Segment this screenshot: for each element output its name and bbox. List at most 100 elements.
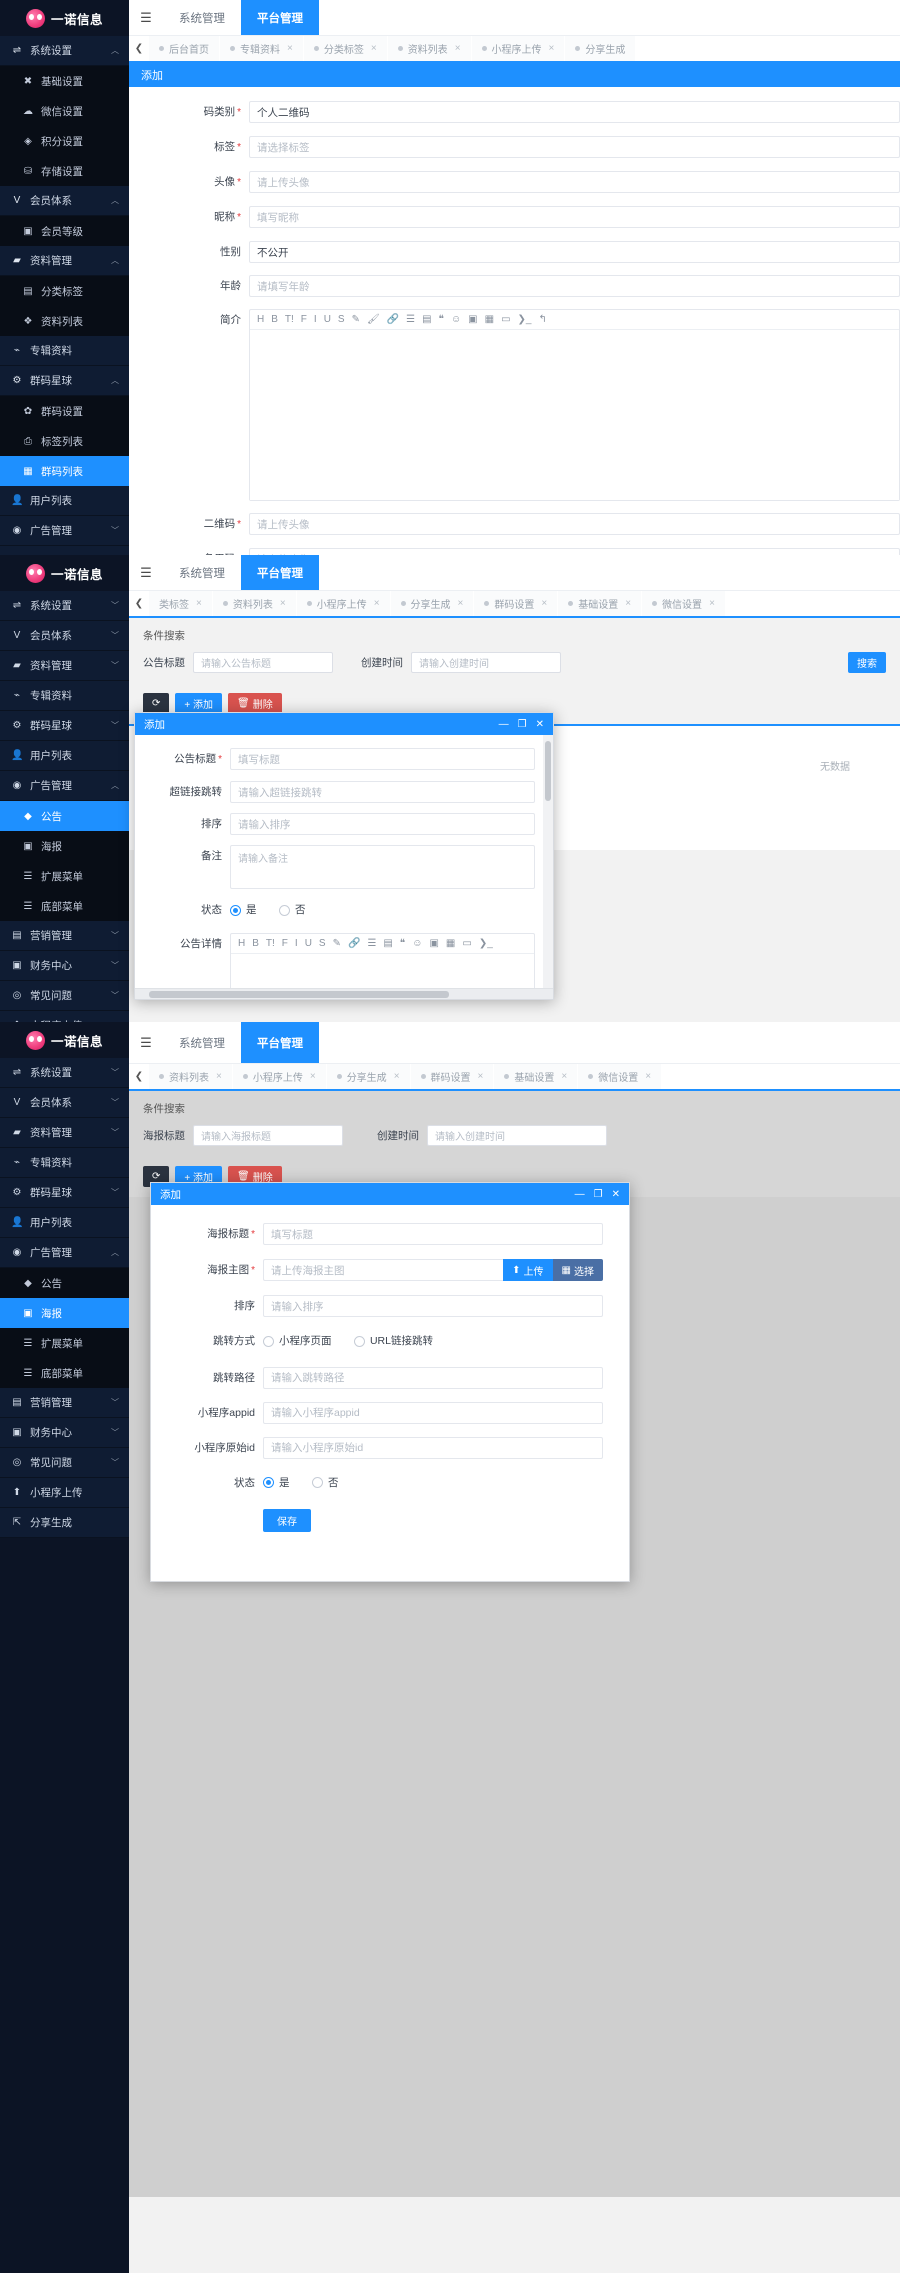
- close-icon[interactable]: ×: [280, 598, 286, 609]
- tab-category-tags[interactable]: 类标签 ×: [149, 591, 213, 616]
- video-icon[interactable]: ▭: [462, 938, 471, 949]
- sidebar-item-miniprogram-upload[interactable]: ⬆ 小程序上传: [0, 1478, 129, 1508]
- sidebar-group-ad-management[interactable]: ◉ 广告管理 ︿: [0, 1238, 129, 1268]
- jump-path-input[interactable]: 请输入跳转路径: [263, 1366, 603, 1389]
- top-tab-system-management[interactable]: 系统管理: [163, 555, 241, 590]
- tab-share-generate[interactable]: 分享生成 ×: [326, 1064, 411, 1089]
- brand-logo-area[interactable]: 一诺信息: [0, 555, 129, 591]
- sidebar-group-material-management[interactable]: ▰ 资料管理 ﹀: [0, 651, 129, 681]
- nickname-input[interactable]: 填写昵称: [249, 206, 900, 228]
- sidebar-item-extension-menu[interactable]: ☰ 扩展菜单: [0, 861, 129, 891]
- sidebar-group-ad-management[interactable]: ◉ 广告管理 ︿: [0, 771, 129, 801]
- bold-icon[interactable]: B: [271, 314, 278, 325]
- tag-select[interactable]: 请选择标签: [249, 136, 900, 158]
- tab-material-list[interactable]: 资料列表 ×: [212, 591, 297, 616]
- table-icon[interactable]: ▦: [485, 314, 494, 325]
- tab-share-generate[interactable]: 分享生成 ×: [390, 591, 475, 616]
- tab-wechat-settings[interactable]: 微信设置 ×: [642, 591, 726, 616]
- intro-editor-area[interactable]: [250, 330, 899, 500]
- tab-album-material[interactable]: 专辑资料 ×: [220, 36, 304, 61]
- sidebar-group-member-system[interactable]: V 会员体系 ﹀: [0, 621, 129, 651]
- search-input-title[interactable]: 请输入公告标题: [193, 652, 333, 673]
- tab-scroll-left-icon[interactable]: ❮: [129, 1064, 149, 1089]
- image-icon[interactable]: ▣: [429, 938, 438, 949]
- sidebar-item-wechat-settings[interactable]: ☁ 微信设置: [0, 96, 129, 126]
- status-radio-yes[interactable]: 是: [230, 899, 257, 921]
- tab-miniprogram-upload[interactable]: 小程序上传 ×: [296, 591, 391, 616]
- emoji-icon[interactable]: ☺: [412, 938, 422, 949]
- announcement-title-input[interactable]: 填写标题: [230, 748, 535, 770]
- sidebar-item-album-material[interactable]: ⌁ 专辑资料: [0, 1148, 129, 1178]
- table-icon[interactable]: ▦: [446, 938, 455, 949]
- tab-backend-home[interactable]: 后台首页: [149, 36, 220, 61]
- refresh-button[interactable]: ⟳: [143, 693, 170, 714]
- sidebar-item-bottom-menu[interactable]: ☰ 底部菜单: [0, 1358, 129, 1388]
- sidebar-item-poster[interactable]: ▣ 海报: [0, 831, 129, 861]
- italic-icon[interactable]: I: [295, 938, 298, 949]
- sidebar-item-album-material[interactable]: ⌁ 专辑资料: [0, 681, 129, 711]
- tab-scroll-left-icon[interactable]: ❮: [129, 591, 149, 616]
- close-icon[interactable]: ×: [549, 43, 555, 54]
- sidebar-group-system-settings[interactable]: ⇌ 系统设置 ﹀: [0, 1058, 129, 1088]
- sidebar-item-announcement[interactable]: ◆ 公告: [0, 801, 129, 831]
- bold-icon[interactable]: B: [252, 938, 259, 949]
- sidebar-group-member-system[interactable]: V 会员体系 ﹀: [0, 1088, 129, 1118]
- menu-icon[interactable]: ☰: [129, 555, 163, 590]
- sidebar-item-group-code-settings[interactable]: ✿ 群码设置: [0, 396, 129, 426]
- top-tab-platform-management[interactable]: 平台管理: [241, 1022, 319, 1063]
- link-icon[interactable]: 🔗: [387, 314, 399, 325]
- sidebar-item-basic-settings[interactable]: ✖ 基础设置: [0, 66, 129, 96]
- close-icon[interactable]: ×: [561, 1071, 567, 1082]
- text-color-icon[interactable]: ✎: [352, 314, 360, 325]
- sidebar-item-announcement[interactable]: ◆ 公告: [0, 1268, 129, 1298]
- sidebar-item-member-level[interactable]: ▣ 会员等级: [0, 216, 129, 246]
- sidebar-item-group-code-list[interactable]: ▦ 群码列表: [0, 456, 129, 486]
- dialog-titlebar[interactable]: 添加 — ❐ ✕: [151, 1183, 629, 1205]
- dialog-titlebar[interactable]: 添加 — ❐ ✕: [135, 713, 553, 735]
- sidebar-group-finance-center[interactable]: ▣ 财务中心 ﹀: [0, 951, 129, 981]
- tab-material-list[interactable]: 资料列表 ×: [149, 1064, 233, 1089]
- ordered-list-icon[interactable]: ▤: [422, 314, 431, 325]
- sidebar-group-finance-center[interactable]: ▣ 财务中心 ﹀: [0, 1418, 129, 1448]
- tab-share-generate[interactable]: 分享生成: [565, 36, 637, 61]
- menu-icon[interactable]: ☰: [129, 0, 163, 35]
- sidebar-item-user-list[interactable]: 👤 用户列表: [0, 1208, 129, 1238]
- undo-icon[interactable]: ↰: [538, 314, 546, 325]
- dialog-horizontal-scrollbar[interactable]: [135, 988, 553, 999]
- brand-logo-area[interactable]: 一诺信息: [0, 1022, 129, 1058]
- sidebar-item-points-settings[interactable]: ◈ 积分设置: [0, 126, 129, 156]
- tab-category-tags[interactable]: 分类标签 ×: [303, 36, 388, 61]
- ordered-list-icon[interactable]: ▤: [383, 938, 392, 949]
- highlight-icon[interactable]: 🖌: [367, 314, 380, 325]
- close-icon[interactable]: ×: [371, 43, 377, 54]
- tab-basic-settings[interactable]: 基础设置 ×: [558, 591, 643, 616]
- qrcode-upload-input[interactable]: 请上传头像: [249, 513, 900, 535]
- code-type-select[interactable]: 个人二维码: [249, 101, 900, 123]
- scrollbar-thumb[interactable]: [149, 990, 449, 998]
- underline-icon[interactable]: U: [305, 938, 312, 949]
- sidebar-group-faq[interactable]: ◎ 常见问题 ﹀: [0, 1448, 129, 1478]
- close-icon[interactable]: ×: [455, 43, 461, 54]
- font-family-icon[interactable]: F: [301, 314, 307, 325]
- tab-scroll-left-icon[interactable]: ❮: [129, 36, 149, 61]
- brand-logo-area[interactable]: 一诺信息: [0, 0, 129, 36]
- sidebar-group-material-management[interactable]: ▰ 资料管理 ︿: [0, 246, 129, 276]
- sidebar-group-group-code-planet[interactable]: ⚙ 群码星球 ﹀: [0, 711, 129, 741]
- close-icon[interactable]: ×: [625, 598, 631, 609]
- code-icon[interactable]: ❯_: [479, 938, 493, 949]
- close-icon[interactable]: ×: [287, 43, 293, 54]
- tab-miniprogram-upload[interactable]: 小程序上传 ×: [232, 1064, 327, 1089]
- search-input-created[interactable]: 请输入创建时间: [411, 652, 561, 673]
- sidebar-group-group-code-planet[interactable]: ⚙ 群码星球 ﹀: [0, 1178, 129, 1208]
- delete-button[interactable]: 🗑 删除: [228, 693, 282, 714]
- tab-basic-settings[interactable]: 基础设置 ×: [494, 1064, 579, 1089]
- top-tab-platform-management[interactable]: 平台管理: [241, 555, 319, 590]
- status-radio-yes[interactable]: 是: [263, 1472, 290, 1494]
- sidebar-item-material-list[interactable]: ❖ 资料列表: [0, 306, 129, 336]
- status-radio-no[interactable]: 否: [311, 1472, 338, 1494]
- maximize-icon[interactable]: ❐: [594, 1189, 603, 1200]
- quote-icon[interactable]: ❝: [400, 938, 405, 949]
- intro-rich-editor[interactable]: H B T! F I U S ✎ 🖌 🔗 ☰ ▤ ❝ ☺ ▣ ▦ ▭ ❯_ ↰: [249, 309, 900, 501]
- sidebar-item-bottom-menu[interactable]: ☰ 底部菜单: [0, 891, 129, 921]
- tab-wechat-settings[interactable]: 微信设置 ×: [578, 1064, 663, 1089]
